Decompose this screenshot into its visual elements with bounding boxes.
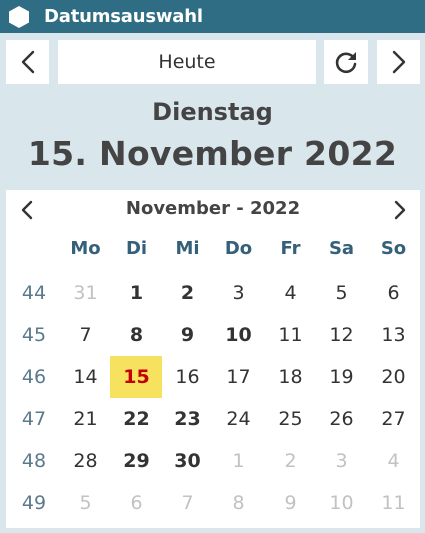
day-cell[interactable]: 4 <box>368 440 419 482</box>
chevron-right-icon <box>392 50 405 74</box>
refresh-button[interactable] <box>324 40 368 84</box>
day-cell[interactable]: 31 <box>60 272 111 314</box>
weekday-header: Sa <box>328 238 355 259</box>
week-row: 47 21 22 23 24 25 26 27 <box>6 398 420 440</box>
window-title: Datumsauswahl <box>44 6 203 27</box>
week-number: 47 <box>21 408 47 430</box>
day-cell[interactable]: 20 <box>368 356 419 398</box>
day-cell[interactable]: 12 <box>316 314 367 356</box>
day-cell[interactable]: 8 <box>213 482 264 524</box>
refresh-icon <box>335 52 357 74</box>
day-cell[interactable]: 9 <box>265 482 316 524</box>
day-cell[interactable]: 26 <box>316 398 367 440</box>
next-month-button[interactable] <box>387 197 413 223</box>
day-cell[interactable]: 22 <box>111 398 162 440</box>
day-cell[interactable]: 27 <box>368 398 419 440</box>
month-year-title[interactable]: November - 2022 <box>56 198 370 219</box>
hexagon-icon <box>7 5 31 29</box>
chevron-left-icon <box>21 200 33 220</box>
week-row: 49 5 6 7 8 9 10 11 <box>6 482 420 524</box>
day-cell[interactable]: 10 <box>316 482 367 524</box>
day-cell[interactable]: 7 <box>60 314 111 356</box>
day-cell[interactable]: 2 <box>265 440 316 482</box>
day-cell[interactable]: 16 <box>162 356 213 398</box>
weekday-header: So <box>380 238 407 259</box>
weekday-header: Do <box>224 238 253 259</box>
title-bar: Datumsauswahl <box>0 0 425 33</box>
day-cell[interactable]: 23 <box>162 398 213 440</box>
weekday-header: Fr <box>280 238 301 259</box>
day-cell[interactable]: 18 <box>265 356 316 398</box>
day-cell[interactable]: 21 <box>60 398 111 440</box>
selected-day-cell[interactable]: 15 <box>111 356 162 398</box>
weekday-header-row: Mo Di Mi Do Fr Sa So <box>6 238 420 264</box>
day-cell[interactable]: 9 <box>162 314 213 356</box>
weekday-header: Di <box>125 238 148 259</box>
weekday-header: Mo <box>70 238 101 259</box>
previous-month-button[interactable] <box>14 197 40 223</box>
day-cell[interactable]: 11 <box>265 314 316 356</box>
calendar-header: November - 2022 <box>6 190 420 228</box>
day-cell[interactable]: 25 <box>265 398 316 440</box>
day-cell[interactable]: 29 <box>111 440 162 482</box>
selected-weekday: Dienstag <box>152 98 273 126</box>
previous-day-button[interactable] <box>6 40 49 84</box>
day-cell[interactable]: 17 <box>213 356 264 398</box>
week-row: 48 28 29 30 1 2 3 4 <box>6 440 420 482</box>
week-row: 46 14 15 16 17 18 19 20 <box>6 356 420 398</box>
day-cell[interactable]: 14 <box>60 356 111 398</box>
day-cell[interactable]: 1 <box>213 440 264 482</box>
day-cell[interactable]: 3 <box>213 272 264 314</box>
day-cell[interactable]: 8 <box>111 314 162 356</box>
week-number: 45 <box>21 324 47 346</box>
day-cell[interactable]: 19 <box>316 356 367 398</box>
week-row: 44 31 1 2 3 4 5 6 <box>6 272 420 314</box>
day-cell[interactable]: 5 <box>316 272 367 314</box>
calendar: November - 2022 Mo Di Mi Do Fr Sa So 44 3… <box>6 190 420 528</box>
today-button[interactable]: Heute <box>58 40 316 84</box>
chevron-left-icon <box>21 50 34 74</box>
selected-date: 15. November 2022 <box>27 134 398 173</box>
day-cell[interactable]: 10 <box>213 314 264 356</box>
day-cell[interactable]: 6 <box>368 272 419 314</box>
next-day-button[interactable] <box>377 40 420 84</box>
weekday-header: Mi <box>175 238 200 259</box>
week-number: 44 <box>21 282 47 304</box>
day-cell[interactable]: 6 <box>111 482 162 524</box>
week-row: 45 7 8 9 10 11 12 13 <box>6 314 420 356</box>
day-cell[interactable]: 30 <box>162 440 213 482</box>
week-number: 48 <box>21 450 47 472</box>
day-cell[interactable]: 11 <box>368 482 419 524</box>
day-cell[interactable]: 13 <box>368 314 419 356</box>
day-cell[interactable]: 1 <box>111 272 162 314</box>
day-cell[interactable]: 5 <box>60 482 111 524</box>
day-cell[interactable]: 4 <box>265 272 316 314</box>
toolbar: Heute <box>0 40 425 84</box>
day-cell[interactable]: 7 <box>162 482 213 524</box>
week-number: 46 <box>21 366 47 388</box>
day-cell[interactable]: 24 <box>213 398 264 440</box>
day-cell[interactable]: 3 <box>316 440 367 482</box>
day-cell[interactable]: 2 <box>162 272 213 314</box>
chevron-right-icon <box>394 200 406 220</box>
day-cell[interactable]: 28 <box>60 440 111 482</box>
week-number: 49 <box>21 492 47 514</box>
